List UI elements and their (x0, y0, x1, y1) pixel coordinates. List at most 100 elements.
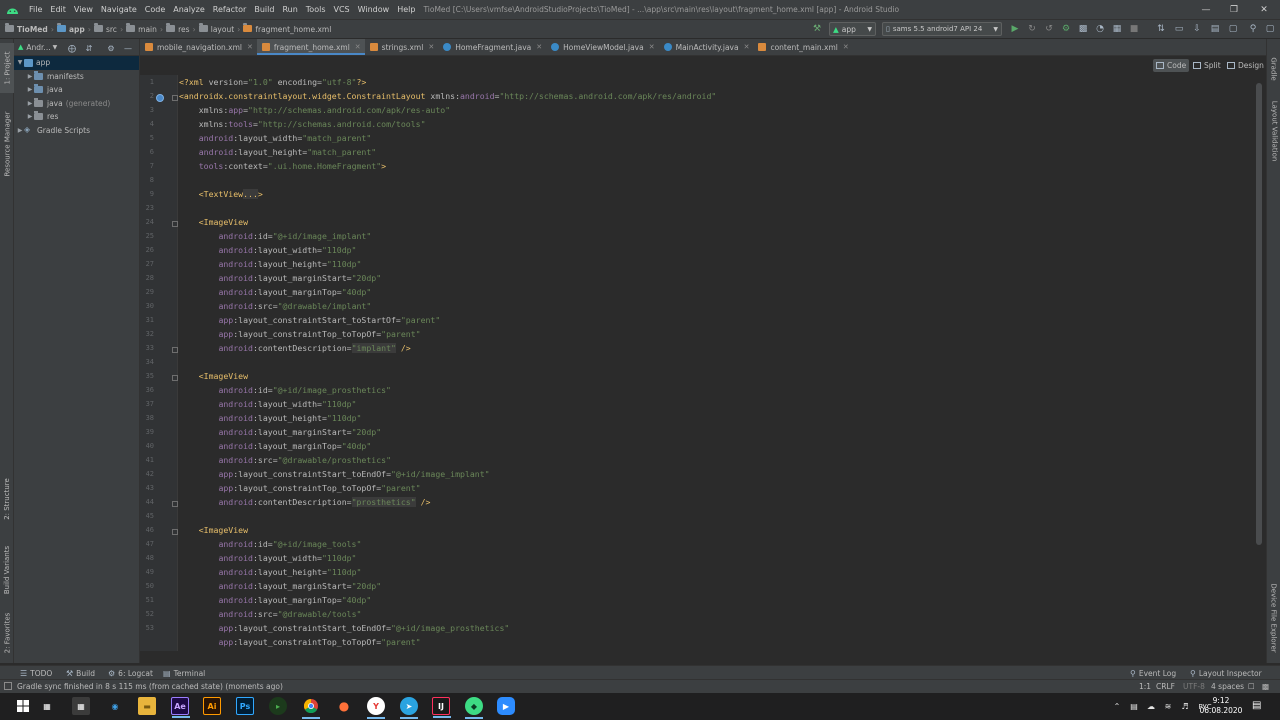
tool-tab-todo[interactable]: ☰ TODO (20, 667, 52, 679)
menu-file[interactable]: File (25, 0, 46, 19)
editor-scrollbar[interactable] (1256, 83, 1262, 545)
code-editor[interactable]: 1 2 3 4 5 6 7 8 9 23 24 25 26 27 28 29 30 31 32 33 34 35 36 37 3… (140, 75, 1266, 651)
code-line[interactable]: app:layout_constraintTop_toTopOf="parent… (179, 329, 420, 339)
chrome-icon[interactable] (302, 697, 320, 719)
apply-code-changes-icon[interactable]: ↺ (1042, 22, 1056, 36)
tool-tab-layout-validation[interactable]: Layout Validation (1267, 95, 1280, 167)
code-line[interactable]: app:layout_constraintStart_toStartOf="pa… (179, 315, 440, 325)
code-line[interactable]: tools:context=".ui.home.HomeFragment"> (179, 161, 386, 171)
tool-tab-event-log[interactable]: ⚲ Event Log (1130, 667, 1176, 679)
breadcrumb-main[interactable]: main (138, 25, 157, 34)
file-explorer-icon[interactable]: ▦ (72, 697, 90, 715)
code-line[interactable]: <ImageView (179, 525, 248, 535)
folder-icon[interactable]: ▬ (138, 697, 156, 715)
split-view-button[interactable]: Split (1190, 59, 1224, 72)
coverage-icon[interactable]: ▩ (1076, 22, 1090, 36)
wifi-icon[interactable]: ≋ (1161, 700, 1175, 714)
code-line[interactable]: android:layout_width="110dp" (179, 245, 356, 255)
code-line[interactable]: android:layout_width="110dp" (179, 399, 356, 409)
editor-tab-content-main[interactable]: content_main.xml ✕ (753, 39, 852, 55)
lock-icon[interactable]: ☐ (1248, 682, 1255, 691)
breadcrumb-res[interactable]: res (178, 25, 189, 34)
fold-marker-icon[interactable] (172, 95, 178, 101)
hammer-icon[interactable]: ⚒ (810, 22, 824, 36)
status-message[interactable]: Gradle sync finished in 8 s 115 ms (from… (17, 682, 283, 691)
photoshop-icon[interactable]: Ps (236, 697, 254, 715)
avd-manager-icon[interactable]: ▭ (1172, 22, 1186, 36)
hide-icon[interactable]: — (122, 42, 134, 54)
tool-tab-terminal[interactable]: ▤ Terminal (163, 667, 205, 679)
after-effects-icon[interactable]: Ae (171, 697, 190, 718)
code-line[interactable]: <androidx.constraintlayout.widget.Constr… (179, 91, 716, 101)
apply-changes-icon[interactable]: ↻ (1025, 22, 1039, 36)
code-line[interactable]: <TextView...> (179, 189, 263, 199)
windows-start-icon[interactable] (14, 697, 32, 715)
design-view-button[interactable]: Design (1224, 59, 1267, 72)
code-line[interactable]: android:id="@+id/image_prosthetics" (179, 385, 391, 395)
notifications-icon[interactable]: ▤ (1252, 700, 1261, 711)
collapse-all-icon[interactable]: ⇵ (83, 42, 95, 54)
telegram-icon[interactable]: ➤ (400, 697, 418, 719)
run-icon[interactable]: ▶ (1008, 22, 1022, 36)
tree-item-res[interactable]: ▶ res (14, 110, 139, 124)
tree-item-java[interactable]: ▶ java (14, 83, 139, 97)
code-line[interactable]: android:contentDescription="prosthetics"… (179, 497, 430, 507)
menu-run[interactable]: Run (278, 0, 301, 19)
volume-icon[interactable]: ♬ (1178, 700, 1192, 714)
code-line[interactable]: <?xml version="1.0" encoding="utf-8"?> (179, 77, 366, 87)
caret-position[interactable]: 1:1 (1139, 682, 1151, 691)
yandex-icon[interactable]: Y (367, 697, 385, 719)
code-line[interactable]: xmlns:tools="http://schemas.android.com/… (179, 119, 426, 129)
fold-marker-icon[interactable] (172, 529, 178, 535)
memory-indicator-icon[interactable]: ▩ (1262, 682, 1269, 691)
menu-window[interactable]: Window (354, 0, 394, 19)
profile-icon[interactable]: ◔ (1093, 22, 1107, 36)
code-line[interactable]: android:layout_marginTop="40dp" (179, 287, 371, 297)
clock[interactable]: 9:12 06.08.2020 (1198, 696, 1244, 716)
breadcrumb-app[interactable]: app (69, 25, 85, 34)
debug-icon[interactable]: ⚙ (1059, 22, 1073, 36)
zoom-icon[interactable]: ▶ (497, 697, 515, 715)
code-line[interactable]: android:layout_height="110dp" (179, 567, 361, 577)
breadcrumb-layout[interactable]: layout (211, 25, 234, 34)
code-line[interactable]: android:contentDescription="implant" /> (179, 343, 411, 353)
code-line[interactable]: android:layout_marginStart="20dp" (179, 273, 381, 283)
close-icon[interactable]: ✕ (843, 43, 849, 51)
intellij-icon[interactable]: IJ (432, 697, 451, 718)
menu-navigate[interactable]: Navigate (97, 0, 141, 19)
close-icon[interactable]: ✕ (1250, 0, 1278, 19)
device-select[interactable]: ▯ sams 5.5 android7 API 24 ▼ (882, 22, 1002, 36)
breadcrumb-src[interactable]: src (106, 25, 117, 34)
code-line[interactable]: android:src="@drawable/prosthetics" (179, 455, 391, 465)
code-line[interactable]: app:layout_constraintStart_toEndOf="@+id… (179, 623, 509, 633)
tool-tab-build-variants[interactable]: Build Variants (0, 535, 14, 605)
code-line[interactable]: android:id="@+id/image_tools" (179, 539, 361, 549)
sdk-manager-icon[interactable]: ⇩ (1190, 22, 1204, 36)
tree-item-gradle-scripts[interactable]: ▶ ◈ Gradle Scripts (14, 124, 139, 138)
fold-marker-icon[interactable] (172, 501, 178, 507)
close-icon[interactable]: ✕ (355, 43, 361, 51)
code-line[interactable]: android:layout_width="110dp" (179, 553, 356, 563)
code-line[interactable]: android:src="@drawable/tools" (179, 609, 361, 619)
settings-icon[interactable]: ▢ (1263, 22, 1277, 36)
tool-tab-favorites[interactable]: 2: Favorites (0, 607, 14, 659)
locate-icon[interactable]: ⨁ (66, 42, 78, 54)
run-config-select[interactable]: ▲ app ▼ (829, 22, 876, 36)
menu-vcs[interactable]: VCS (330, 0, 354, 19)
breadcrumb-project[interactable]: TioMed (17, 25, 48, 34)
editor-tab-strings[interactable]: strings.xml ✕ (365, 39, 439, 55)
editor-tab-home-fragment[interactable]: HomeFragment.java ✕ (438, 39, 546, 55)
attach-debugger-icon[interactable]: ▦ (1110, 22, 1124, 36)
menu-help[interactable]: Help (393, 0, 419, 19)
chevron-up-icon[interactable]: ⌃ (1110, 700, 1124, 714)
tool-tab-resource-manager[interactable]: Resource Manager (0, 99, 14, 189)
network-icon[interactable]: ▤ (1127, 700, 1141, 714)
file-encoding[interactable]: UTF-8 (1183, 682, 1205, 691)
close-icon[interactable]: ✕ (247, 43, 253, 51)
tool-tab-logcat[interactable]: ⚙ 6: Logcat (108, 667, 153, 679)
line-separator[interactable]: CRLF (1156, 682, 1175, 691)
code-line[interactable]: android:layout_marginTop="40dp" (179, 441, 371, 451)
code-line[interactable]: android:id="@+id/image_implant" (179, 231, 371, 241)
menu-build[interactable]: Build (250, 0, 278, 19)
code-line[interactable]: android:layout_width="match_parent" (179, 133, 372, 143)
